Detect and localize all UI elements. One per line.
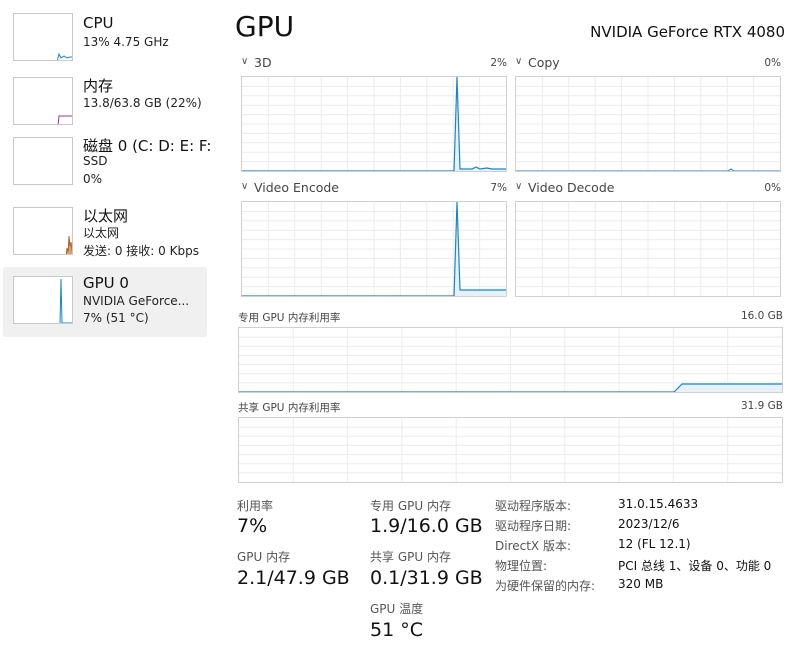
graph-grid: [239, 418, 782, 482]
chevron-down-icon[interactable]: ∨: [241, 56, 248, 67]
sidebar-item-gpu[interactable]: GPU 0 NVIDIA GeForce... 7% (51 °C): [3, 267, 207, 337]
engine-header: ∨ 3D 2%: [241, 55, 507, 72]
directx-version-label: DirectX 版本:: [495, 539, 572, 553]
gpu-temperature-value: 51 °C: [370, 619, 423, 641]
engine-select-video-encode[interactable]: Video Encode: [254, 180, 339, 195]
chevron-down-icon[interactable]: ∨: [241, 181, 248, 192]
dedicated-memory-graph-capacity: 16.0 GB: [740, 310, 783, 322]
sidebar-item-detail: 0%: [83, 172, 103, 186]
sidebar-item-detail: NVIDIA GeForce...: [83, 294, 190, 308]
sidebar-item-title: 内存: [83, 77, 114, 95]
driver-date-label: 驱动程序日期:: [495, 519, 572, 533]
sidebar-item-detail: 13.8/63.8 GB (22%): [83, 96, 202, 110]
shared-memory-graph: [238, 417, 783, 483]
dedicated-memory-label: 专用 GPU 内存: [370, 499, 451, 513]
shared-memory-graph-capacity: 31.9 GB: [740, 400, 783, 412]
sidebar-item-detail: 13% 4.75 GHz: [83, 35, 169, 49]
graph-grid: [239, 328, 782, 392]
graph-grid: [242, 202, 506, 296]
sidebar-item-title: 磁盘 0 (C: D: E: F:: [83, 137, 212, 155]
engine-percent: 0%: [764, 182, 781, 194]
engine-percent: 2%: [490, 57, 507, 69]
graph-grid: [516, 202, 780, 296]
engine-graph-copy-svg: [516, 77, 780, 172]
engine-graph-3d-svg: [242, 76, 506, 172]
hardware-reserved-memory-value: 320 MB: [618, 577, 664, 591]
engine-header: ∨ Video Encode 7%: [241, 180, 507, 197]
engine-header: ∨ Video Decode 0%: [515, 180, 781, 197]
engine-header: ∨ Copy 0%: [515, 55, 781, 72]
engine-graph-video-encode: [241, 201, 507, 297]
engine-select-3d[interactable]: 3D: [254, 55, 272, 70]
sidebar-item-detail: 7% (51 °C): [83, 311, 149, 325]
gpu-memory-value: 2.1/47.9 GB: [237, 567, 350, 589]
disk-thumbnail-graph: [13, 137, 73, 185]
graph-grid: [516, 77, 780, 171]
cpu-thumbnail-graph: [13, 13, 73, 61]
shared-memory-graph-label: 共享 GPU 内存利用率: [238, 402, 341, 414]
sidebar-item-title: CPU: [83, 14, 114, 32]
sidebar-item-detail: SSD: [83, 154, 108, 168]
utilization-value: 7%: [237, 515, 268, 537]
gpu-memory-label: GPU 内存: [237, 550, 291, 564]
utilization-label: 利用率: [237, 499, 274, 513]
sidebar-item-ethernet[interactable]: 以太网 以太网 发送: 0 接收: 0 Kbps: [3, 202, 207, 272]
dedicated-memory-graph: [238, 327, 783, 393]
ethernet-thumbnail-graph: [13, 207, 73, 255]
driver-version-value: 31.0.15.4633: [618, 497, 699, 511]
engine-graph-3d: [241, 76, 507, 172]
engine-select-copy[interactable]: Copy: [528, 55, 560, 70]
dedicated-memory-value: 1.9/16.0 GB: [370, 515, 483, 537]
physical-location-label: 物理位置:: [495, 559, 548, 573]
gpu-temperature-label: GPU 温度: [370, 602, 424, 616]
usage-area: [674, 384, 782, 392]
driver-version-label: 驱动程序版本:: [495, 499, 572, 513]
sidebar-item-disk[interactable]: 磁盘 0 (C: D: E: F: SSD 0%: [3, 131, 211, 201]
sidebar-item-title: GPU 0: [83, 274, 129, 292]
engine-graph-video-encode-svg: [242, 201, 506, 297]
engine-percent: 7%: [490, 182, 507, 194]
gpu-thumbnail-graph: [13, 276, 73, 324]
directx-version-value: 12 (FL 12.1): [618, 537, 691, 551]
engine-graph-video-decode-svg: [516, 202, 780, 296]
dedicated-memory-graph-svg: [239, 328, 782, 393]
sidebar-item-detail: 以太网: [83, 226, 120, 240]
shared-memory-graph-svg: [239, 418, 782, 482]
shared-memory-label: 共享 GPU 内存: [370, 550, 451, 564]
graph-grid: [242, 77, 506, 171]
dedicated-memory-graph-label: 专用 GPU 内存利用率: [238, 312, 341, 324]
sidebar: CPU 13% 4.75 GHz 内存 13.8/63.8 GB (22%) 磁…: [0, 0, 212, 664]
engine-percent: 0%: [764, 57, 781, 69]
physical-location-value: PCI 总线 1、设备 0、功能 0: [618, 559, 772, 573]
engine-select-video-decode[interactable]: Video Decode: [528, 180, 614, 195]
page-title: GPU: [235, 10, 295, 43]
shared-memory-value: 0.1/31.9 GB: [370, 567, 483, 589]
sidebar-item-cpu[interactable]: CPU 13% 4.75 GHz: [3, 6, 207, 76]
gpu-device-name: NVIDIA GeForce RTX 4080: [590, 23, 785, 41]
chevron-down-icon[interactable]: ∨: [515, 181, 522, 192]
engine-graph-copy: [515, 76, 781, 172]
sidebar-item-detail: 发送: 0 接收: 0 Kbps: [83, 244, 199, 258]
hardware-reserved-memory-label: 为硬件保留的内存:: [495, 579, 596, 593]
driver-date-value: 2023/12/6: [618, 517, 680, 531]
chevron-down-icon[interactable]: ∨: [515, 56, 522, 67]
sidebar-item-title: 以太网: [83, 207, 129, 225]
engine-graph-video-decode: [515, 201, 781, 297]
memory-thumbnail-graph: [13, 77, 73, 125]
